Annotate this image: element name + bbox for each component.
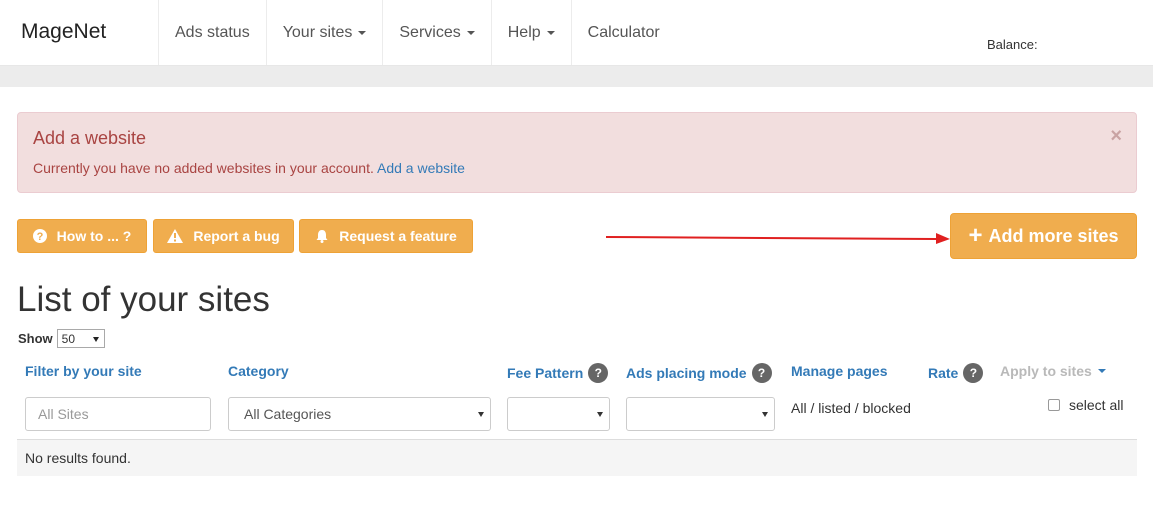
- category-header[interactable]: Category: [228, 363, 289, 379]
- brand-logo[interactable]: MageNet: [21, 20, 106, 44]
- chevron-down-icon: [92, 337, 99, 342]
- add-website-alert: Add a website Currently you have no adde…: [17, 112, 1137, 193]
- red-arrow-annotation: [606, 233, 950, 244]
- caret-down-icon: [358, 30, 367, 35]
- request-feature-button[interactable]: Request a feature: [299, 219, 473, 253]
- question-circle-icon: ?: [32, 229, 47, 243]
- results-row: No results found.: [17, 439, 1137, 476]
- show-row: Show 50: [18, 329, 105, 348]
- nav-your-sites[interactable]: Your sites: [265, 0, 383, 65]
- nav-help[interactable]: Help: [490, 0, 571, 65]
- chevron-down-icon: [597, 412, 603, 417]
- manage-listed-link[interactable]: listed: [818, 400, 851, 416]
- add-website-link[interactable]: Add a website: [377, 160, 465, 176]
- site-filter-input[interactable]: All Sites: [25, 397, 211, 431]
- apply-to-sites-dropdown[interactable]: Apply to sites: [1000, 363, 1106, 379]
- close-icon[interactable]: ×: [1110, 125, 1122, 148]
- main-nav: Ads status Your sites Services Help Calc…: [158, 0, 676, 65]
- rate-header[interactable]: Rate?: [928, 363, 984, 383]
- alert-title: Add a website: [33, 128, 147, 148]
- caret-down-icon: [466, 30, 475, 35]
- add-more-sites-button[interactable]: + Add more sites: [950, 213, 1137, 259]
- select-all-control[interactable]: select all: [1048, 397, 1123, 413]
- show-label: Show: [18, 331, 53, 346]
- fee-pattern-select[interactable]: [507, 397, 610, 431]
- balance-label: Balance:: [987, 37, 1038, 52]
- help-icon[interactable]: ?: [963, 363, 984, 383]
- chevron-down-icon: [478, 412, 484, 417]
- ads-mode-header[interactable]: Ads placing mode?: [626, 363, 772, 383]
- no-results-text: No results found.: [25, 450, 131, 466]
- select-all-checkbox[interactable]: [1048, 399, 1060, 411]
- nav-calculator[interactable]: Calculator: [570, 0, 676, 65]
- report-bug-button[interactable]: Report a bug: [153, 219, 294, 253]
- caret-down-icon: [546, 30, 555, 35]
- nav-services[interactable]: Services: [382, 0, 490, 65]
- page-title: List of your sites: [17, 280, 270, 319]
- filter-site-header[interactable]: Filter by your site: [25, 363, 142, 379]
- alert-text: Currently you have no added websites in …: [33, 160, 465, 176]
- manage-all-link[interactable]: All: [791, 400, 807, 416]
- subheader-bar: [0, 66, 1153, 87]
- fee-pattern-header[interactable]: Fee Pattern?: [507, 363, 609, 383]
- chevron-down-icon: [762, 412, 768, 417]
- page-size-select[interactable]: 50: [56, 329, 105, 348]
- svg-text:?: ?: [36, 231, 43, 243]
- manage-pages-links: All / listed / blocked: [791, 400, 911, 416]
- warning-icon: [167, 229, 184, 243]
- manage-pages-header[interactable]: Manage pages: [791, 363, 887, 379]
- category-select[interactable]: All Categories: [228, 397, 491, 431]
- nav-ads-status[interactable]: Ads status: [158, 0, 266, 65]
- caret-down-icon: [1097, 369, 1106, 373]
- help-icon[interactable]: ?: [588, 363, 609, 383]
- help-icon[interactable]: ?: [751, 363, 772, 383]
- plus-icon: +: [968, 222, 983, 249]
- bell-icon: [315, 229, 329, 243]
- top-navbar: MageNet Ads status Your sites Services H…: [0, 0, 1153, 66]
- ads-mode-select[interactable]: [626, 397, 775, 431]
- how-to-button[interactable]: ? How to ... ?: [17, 219, 147, 253]
- manage-blocked-link[interactable]: blocked: [863, 400, 911, 416]
